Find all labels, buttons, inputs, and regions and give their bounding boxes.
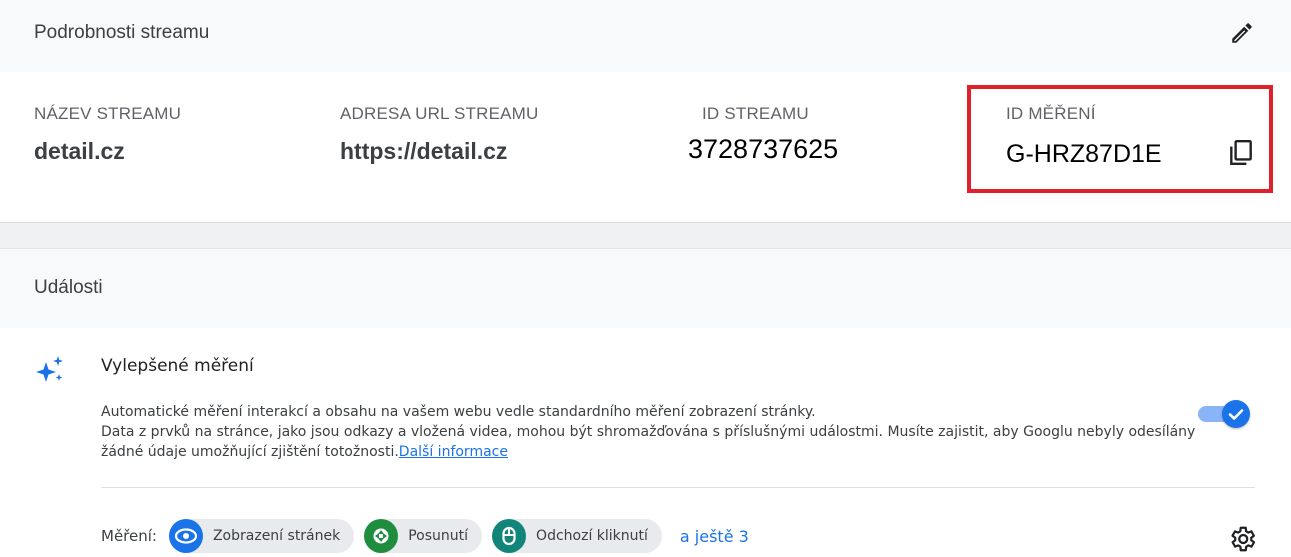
more-measurements-link[interactable]: a ještě 3 [680,527,749,546]
stream-name-label: NÁZEV STREAMU [34,104,182,123]
stream-details-header: Podrobnosti streamu [0,0,1291,73]
gear-icon[interactable] [1227,524,1257,554]
stream-id-value: 3728737625 [688,134,839,164]
chip-page-views[interactable]: Zobrazení stránek [168,519,355,553]
chip-label: Odchozí kliknutí [536,528,648,544]
stream-url-value: https://detail.cz [340,138,508,164]
edit-pencil-icon[interactable] [1229,20,1255,46]
stream-id-field: ID STREAMU 3728737625 [688,104,838,165]
enhanced-measurement-title: Vylepšené měření [101,356,254,376]
stream-name-value: detail.cz [34,138,125,164]
description-line-2: Data z prvků na stránce, jako jsou odkaz… [101,424,1196,460]
enhanced-measurement-toggle[interactable] [1198,398,1250,428]
enhanced-measurement-description: Automatické měření interakcí a obsahu na… [101,402,1201,462]
measurement-label: Měření: [101,527,157,545]
sparkle-icon [36,356,63,382]
chip-outbound-clicks[interactable]: Odchozí kliknutí [492,519,662,553]
scroll-arrows-icon [364,519,399,553]
stream-name-field: NÁZEV STREAMU detail.cz [34,104,181,165]
description-line-1: Automatické měření interakcí a obsahu na… [101,404,816,420]
measurement-row: Měření: Zobrazení stránek Posunutí Odcho… [101,518,749,554]
copy-icon[interactable] [1228,139,1254,167]
chip-label: Posunutí [408,528,469,544]
eye-icon [168,519,203,553]
learn-more-link[interactable]: Další informace [399,444,508,460]
chip-label: Zobrazení stránek [212,528,341,544]
mouse-icon [492,519,527,553]
enhanced-measurement-section: Vylepšené měření Automatické měření inte… [0,328,1291,554]
stream-url-field: ADRESA URL STREAMU https://detail.cz [340,104,539,165]
toggle-knob [1222,400,1250,428]
stream-url-label: ADRESA URL STREAMU [340,104,539,123]
stream-details-title: Podrobnosti streamu [34,22,210,43]
stream-id-label: ID STREAMU [702,104,809,123]
section-separator [0,222,1291,249]
chip-scroll[interactable]: Posunutí [364,519,483,553]
check-icon [1228,409,1244,420]
events-header: Události [0,248,1291,330]
divider [101,487,1255,488]
events-title: Události [34,277,103,298]
